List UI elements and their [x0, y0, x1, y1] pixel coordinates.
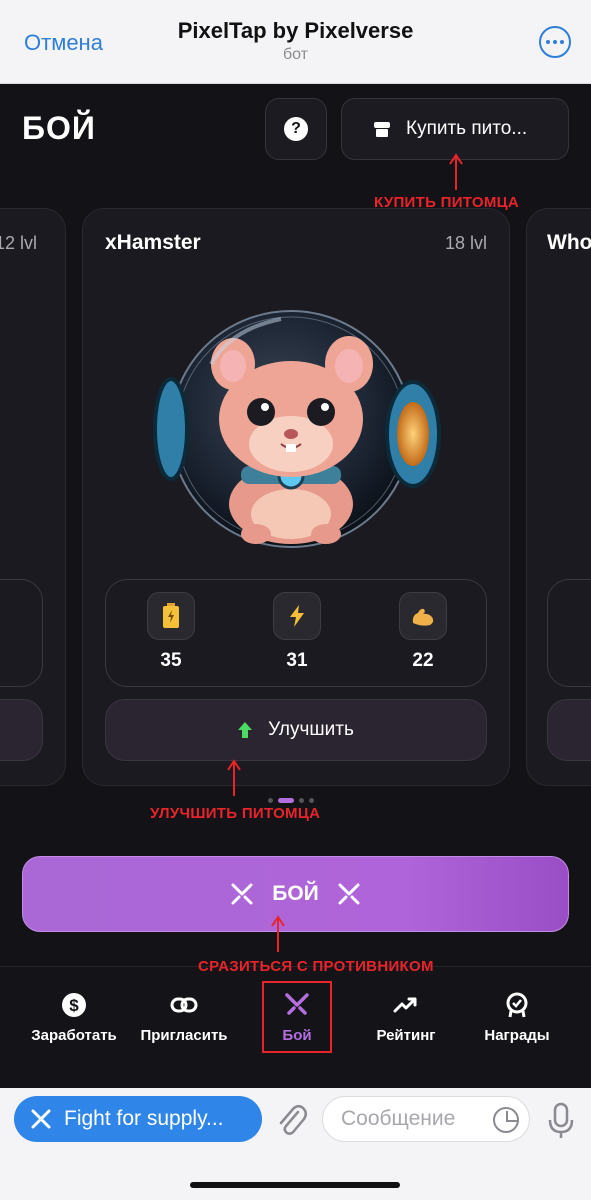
annotation-arrow — [449, 153, 463, 190]
page-dot-active[interactable] — [278, 798, 294, 803]
nav-item-label: Заработать — [31, 1027, 117, 1044]
bot-menu-button[interactable]: Fight for supply... — [14, 1096, 262, 1142]
nav-item-rating[interactable]: Рейтинг — [364, 991, 448, 1044]
award-icon — [506, 992, 528, 1018]
upgrade-button[interactable] — [547, 699, 591, 761]
upgrade-label: Улучшить — [268, 719, 354, 740]
page-dot[interactable] — [309, 798, 314, 803]
stat-lightning: 31 — [252, 592, 342, 672]
fight-label: БОЙ — [272, 882, 319, 905]
message-placeholder: Сообщение — [341, 1107, 456, 1130]
bot-menu-label: Fight for supply... — [64, 1107, 224, 1130]
svg-text:$: $ — [69, 996, 79, 1015]
page-dot[interactable] — [268, 798, 273, 803]
annotation-highlight-box — [262, 981, 332, 1053]
muscle-icon — [399, 592, 447, 640]
stat-value: 22 — [412, 650, 434, 671]
buy-pet-label: Купить пито... — [406, 118, 528, 139]
hamster-ball-image — [153, 310, 441, 548]
more-icon[interactable] — [539, 26, 571, 58]
pet-level: 18 lvl — [444, 233, 487, 253]
page-dot[interactable] — [299, 798, 304, 803]
dollar-icon: $ — [62, 993, 86, 1017]
help-button[interactable]: ? — [265, 98, 327, 160]
stat-value: 31 — [286, 650, 308, 671]
stat-battery: 35 — [126, 592, 216, 672]
pet-level: 12 lvl — [0, 233, 37, 253]
nav-item-rewards[interactable]: Награды — [476, 991, 558, 1044]
help-icon: ? — [284, 117, 308, 141]
stat-muscle: 22 — [378, 592, 468, 672]
page-title: БОЙ — [22, 110, 96, 146]
attach-icon[interactable] — [274, 1102, 308, 1138]
annotation-upgrade-pet: УЛУЧШИТЬ ПИТОМЦА — [150, 805, 321, 822]
battery-icon — [147, 592, 195, 640]
bot-subtitle: бот — [282, 46, 309, 63]
swords-icon — [231, 883, 253, 905]
stat-value: 35 — [160, 650, 182, 671]
trend-icon — [393, 997, 417, 1013]
stats-panel — [0, 579, 43, 687]
arrow-up-icon — [238, 722, 253, 738]
telegram-header: Отмена PixelTap by Pixelverse бот — [0, 0, 591, 84]
swords-icon — [338, 883, 360, 905]
nav-item-earn[interactable]: $ Заработать — [26, 991, 122, 1044]
nav-item-label: Пригласить — [140, 1027, 228, 1044]
upgrade-button[interactable]: Улучшить — [105, 699, 487, 761]
stats-panel — [547, 579, 591, 687]
stats-panel: 35 31 22 — [105, 579, 487, 687]
lightning-icon — [273, 592, 321, 640]
annotation-fight-opponent: СРАЗИТЬСЯ С ПРОТИВНИКОМ — [198, 958, 434, 975]
pet-card-next[interactable]: Who — [526, 208, 591, 786]
home-indicator — [190, 1182, 400, 1188]
link-icon — [170, 997, 198, 1013]
fight-button[interactable]: БОЙ — [22, 856, 569, 932]
pet-name: Who — [547, 231, 591, 254]
bottom-navigation: $ Заработать Пригласить Бой Рейтинг Нагр… — [0, 958, 591, 1088]
pet-card-current[interactable]: xHamster 18 lvl 35 31 22 Улучшить — [82, 208, 510, 786]
annotation-arrow — [271, 915, 285, 952]
app-content: БОЙ ? Купить пито... КУПИТЬ ПИТОМЦА 12 l… — [0, 84, 591, 1088]
microphone-icon[interactable] — [546, 1102, 576, 1140]
pet-name: xHamster — [105, 231, 201, 254]
timer-icon[interactable] — [493, 1107, 519, 1133]
telegram-input-bar: Fight for supply... Сообщение — [0, 1088, 591, 1200]
nav-item-label: Рейтинг — [376, 1027, 436, 1044]
nav-item-label: Награды — [484, 1027, 550, 1044]
close-icon — [31, 1109, 51, 1129]
carousel-pagination — [268, 798, 314, 803]
buy-pet-button[interactable]: Купить пито... — [341, 98, 569, 160]
message-input[interactable]: Сообщение — [322, 1096, 530, 1142]
pet-card-previous[interactable]: 12 lvl — [0, 208, 66, 786]
nav-item-invite[interactable]: Пригласить — [136, 991, 232, 1044]
upgrade-button[interactable] — [0, 699, 43, 761]
annotation-arrow — [227, 759, 241, 796]
bot-title: PixelTap by Pixelverse — [177, 18, 414, 43]
shop-icon — [374, 121, 390, 137]
